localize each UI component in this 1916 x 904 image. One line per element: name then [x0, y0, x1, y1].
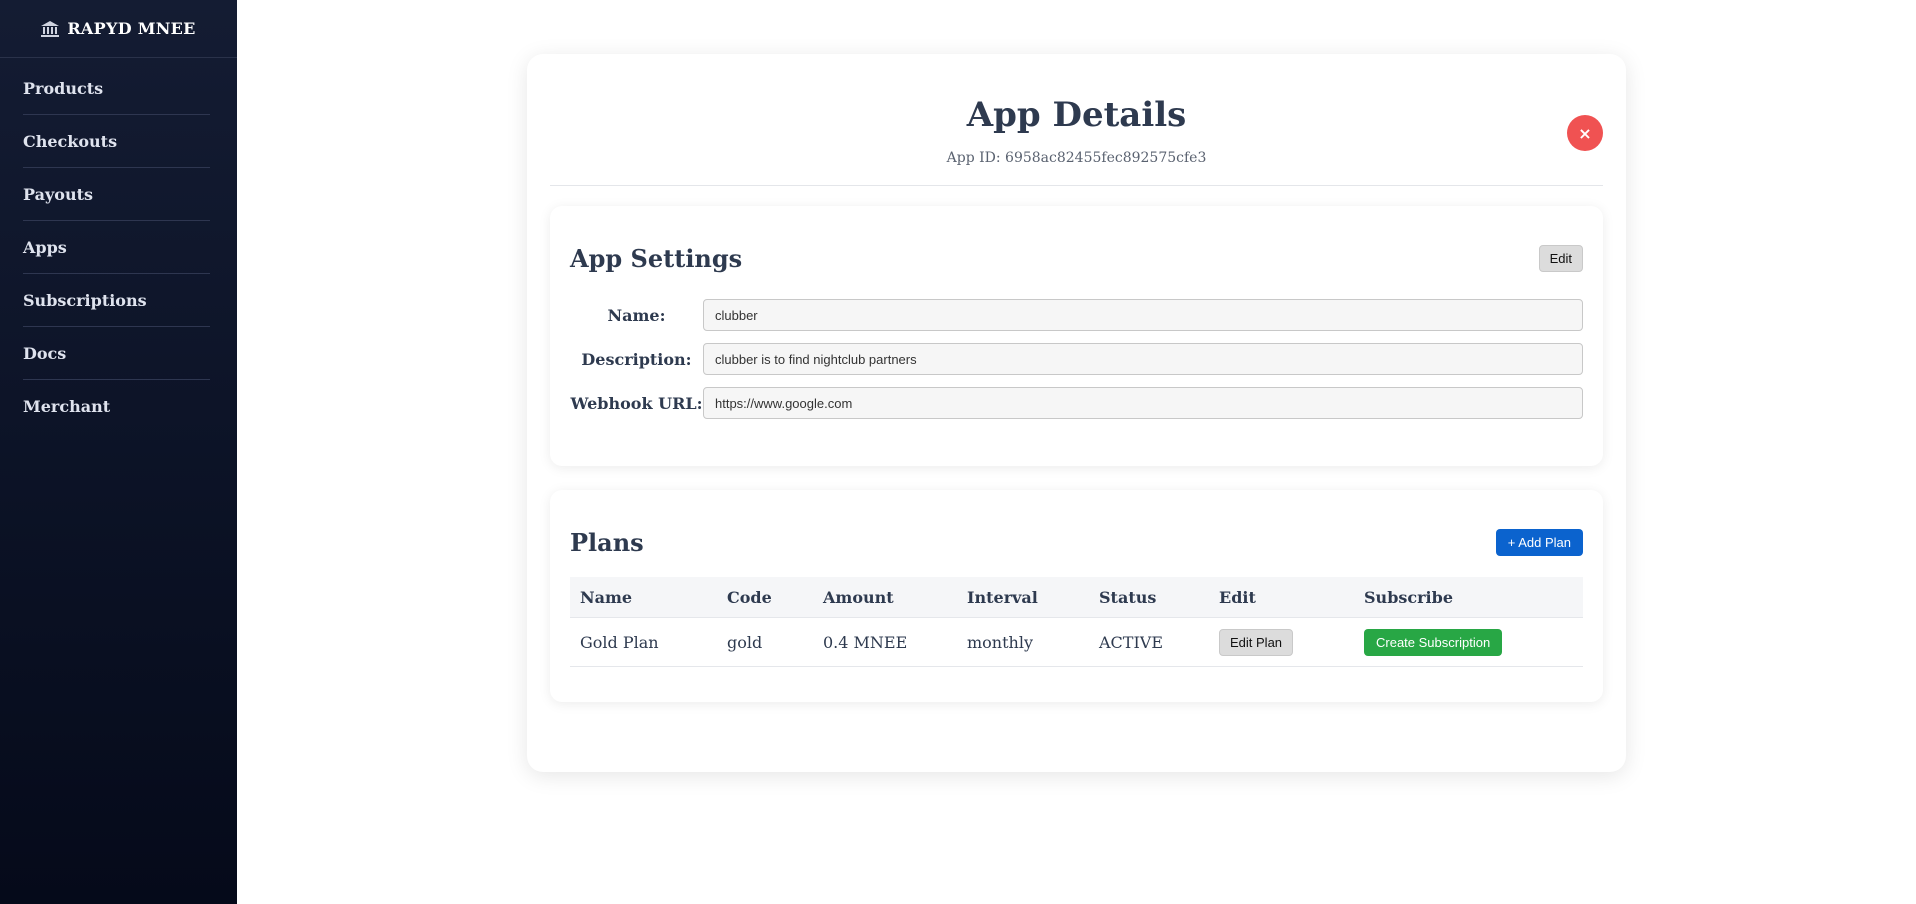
- brand-name: RAPYD MNEE: [67, 19, 196, 38]
- close-icon: ×: [1578, 123, 1592, 143]
- page-title: App Details: [966, 95, 1187, 135]
- add-plan-button[interactable]: + Add Plan: [1495, 529, 1583, 556]
- sidebar-item-docs[interactable]: Docs: [23, 327, 210, 380]
- plan-code-cell: gold: [717, 617, 813, 667]
- column-header-interval: Interval: [967, 587, 1038, 607]
- table-row: Gold Plan gold 0.4 MNEE monthly ACTIVE E…: [570, 617, 1583, 667]
- column-header-status: Status: [1099, 587, 1157, 607]
- create-subscription-button[interactable]: Create Subscription: [1364, 628, 1503, 656]
- edit-plan-button[interactable]: Edit Plan: [1219, 628, 1294, 656]
- description-row: Description:: [570, 343, 1583, 375]
- sidebar-item-payouts[interactable]: Payouts: [23, 168, 210, 221]
- plans-title: Plans: [570, 528, 644, 557]
- name-label: Name:: [607, 305, 666, 325]
- column-header-code: Code: [727, 587, 772, 607]
- plan-amount-cell: 0.4 MNEE: [813, 617, 957, 667]
- sidebar-item-merchant[interactable]: Merchant: [23, 380, 210, 432]
- name-row: Name:: [570, 299, 1583, 331]
- webhook-url-field[interactable]: [703, 387, 1583, 419]
- column-header-name: Name: [580, 587, 633, 607]
- plan-edit-cell: Edit Plan: [1209, 617, 1354, 667]
- sidebar-item-checkouts[interactable]: Checkouts: [23, 115, 210, 168]
- app-id-text: App ID: 6958ac82455fec892575cfe3: [946, 150, 1207, 166]
- sidebar-item-products[interactable]: Products: [23, 62, 210, 115]
- plans-panel: Plans + Add Plan Name Code Amount Interv…: [550, 490, 1603, 702]
- bank-icon: [41, 20, 60, 37]
- description-label: Description:: [581, 349, 692, 369]
- plan-status-cell: ACTIVE: [1089, 617, 1209, 667]
- plans-header: Plans + Add Plan: [550, 490, 1603, 557]
- plan-interval-cell: monthly: [957, 617, 1089, 667]
- app-details-modal: App Details App ID: 6958ac82455fec892575…: [527, 54, 1626, 772]
- sidebar-item-subscriptions[interactable]: Subscriptions: [23, 274, 210, 327]
- column-header-edit: Edit: [1219, 587, 1256, 607]
- column-header-amount: Amount: [823, 587, 894, 607]
- plan-subscribe-cell: Create Subscription: [1354, 617, 1583, 667]
- plan-name-cell: Gold Plan: [570, 617, 717, 667]
- edit-settings-button[interactable]: Edit: [1538, 245, 1583, 272]
- description-field[interactable]: [703, 343, 1583, 375]
- table-header-row: Name Code Amount Interval Status Edit Su…: [570, 577, 1583, 618]
- webhook-row: Webhook URL:: [570, 387, 1583, 419]
- column-header-subscribe: Subscribe: [1364, 587, 1453, 607]
- name-field[interactable]: [703, 299, 1583, 331]
- sidebar: RAPYD MNEE Products Checkouts Payouts Ap…: [0, 0, 237, 904]
- app-settings-header: App Settings Edit: [550, 206, 1603, 273]
- settings-form: Name: Description: Webhook URL:: [550, 273, 1603, 419]
- modal-header: App Details App ID: 6958ac82455fec892575…: [527, 54, 1626, 185]
- sidebar-item-apps[interactable]: Apps: [23, 221, 210, 274]
- header-divider: [550, 185, 1603, 186]
- close-button[interactable]: ×: [1567, 115, 1603, 151]
- app-settings-title: App Settings: [570, 244, 743, 273]
- plans-table: Name Code Amount Interval Status Edit Su…: [570, 577, 1583, 667]
- brand[interactable]: RAPYD MNEE: [0, 0, 237, 58]
- sidebar-nav: Products Checkouts Payouts Apps Subscrip…: [0, 58, 237, 432]
- app-settings-panel: App Settings Edit Name: Description: Web…: [550, 206, 1603, 466]
- webhook-url-label: Webhook URL:: [570, 393, 703, 413]
